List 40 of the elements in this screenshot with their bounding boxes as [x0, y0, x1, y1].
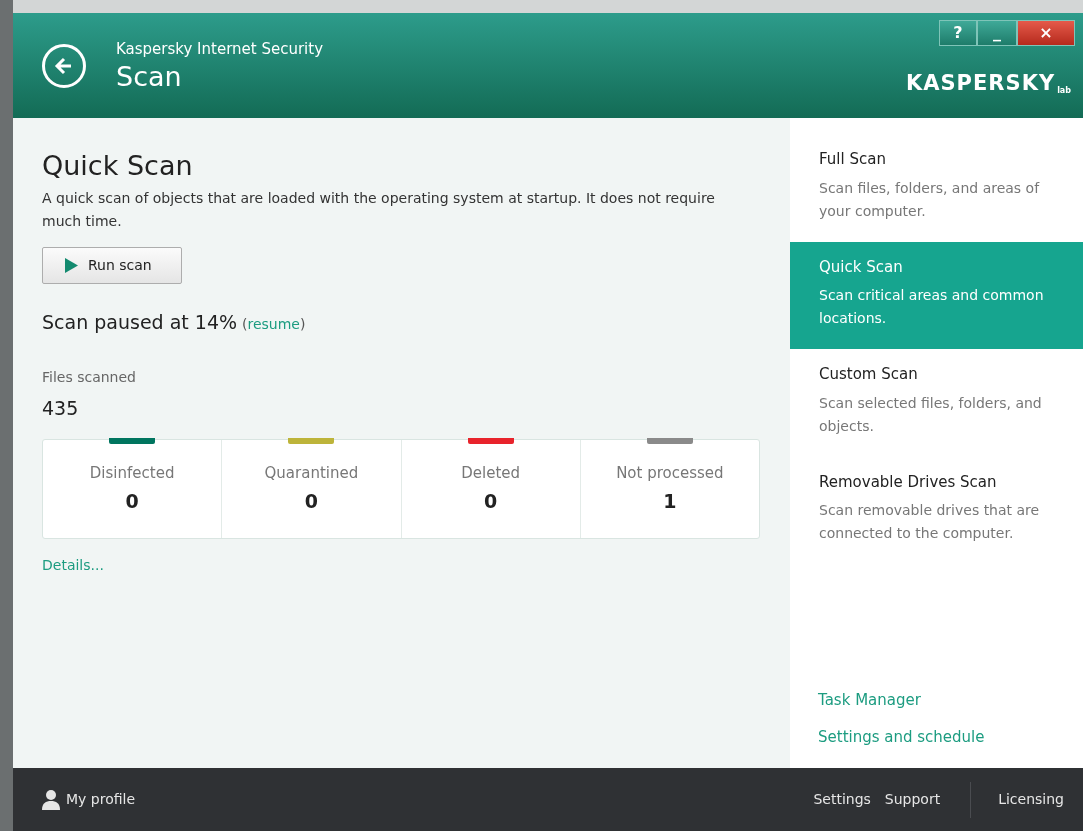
- stat-label: Disinfected: [89, 463, 175, 484]
- app-name: Kaspersky Internet Security: [116, 39, 324, 61]
- item-title: Custom Scan: [819, 364, 919, 385]
- description: A quick scan of objects that are loaded with the operating system at startup. It does not require much time.: [42, 189, 716, 231]
- item-description: Scan removable drives that are connected to the computer.: [819, 501, 1041, 543]
- item-title: Removable Drives Scan: [819, 471, 998, 493]
- licensing-link[interactable]: Licensing: [998, 789, 1064, 810]
- footer-link[interactable]: Support: [884, 789, 941, 810]
- run-scan-button[interactable]: Run scan: [42, 247, 182, 284]
- play-icon: [65, 258, 78, 273]
- logo: KASPERSKY: [905, 70, 1056, 97]
- close-button[interactable]: ×: [1017, 20, 1075, 46]
- item-description: Scan selected files, folders, and objects.: [819, 393, 1043, 436]
- footer-link[interactable]: Settings: [813, 789, 871, 810]
- item-title: Full Scan: [819, 149, 887, 170]
- heading: Quick Scan: [42, 149, 194, 183]
- window-title: Scan: [116, 60, 183, 93]
- stat-label: Not processed: [616, 463, 724, 484]
- item-description: Scan critical areas and common locations.: [819, 286, 1045, 328]
- paren: ): [300, 316, 306, 332]
- help-button[interactable]: ?: [939, 20, 977, 46]
- sidebar-link[interactable]: Settings and schedule: [818, 725, 985, 748]
- logo-suffix: lab: [1057, 85, 1071, 96]
- user-icon: [42, 789, 60, 810]
- stat-value: 1: [663, 488, 677, 514]
- minimize-button[interactable]: _: [977, 20, 1017, 46]
- stat-value: 0: [304, 488, 318, 514]
- paren: (: [242, 316, 248, 332]
- files-scanned-label: Files scanned: [42, 367, 137, 387]
- back-button[interactable]: [42, 43, 86, 88]
- item-description: Scan files, folders, and areas of your computer.: [819, 178, 1041, 221]
- stat-label: Deleted: [461, 463, 521, 484]
- files-scanned-count: 435: [42, 395, 80, 421]
- sidebar-link[interactable]: Task Manager: [818, 689, 921, 712]
- item-title: Quick Scan: [819, 256, 904, 278]
- stat-value: 0: [484, 488, 498, 514]
- profile-link[interactable]: My profile: [42, 789, 136, 810]
- stat-value: 0: [125, 488, 139, 514]
- stat-label: Quarantined: [264, 463, 359, 484]
- scan-status: Scan paused at 14%: [42, 310, 238, 335]
